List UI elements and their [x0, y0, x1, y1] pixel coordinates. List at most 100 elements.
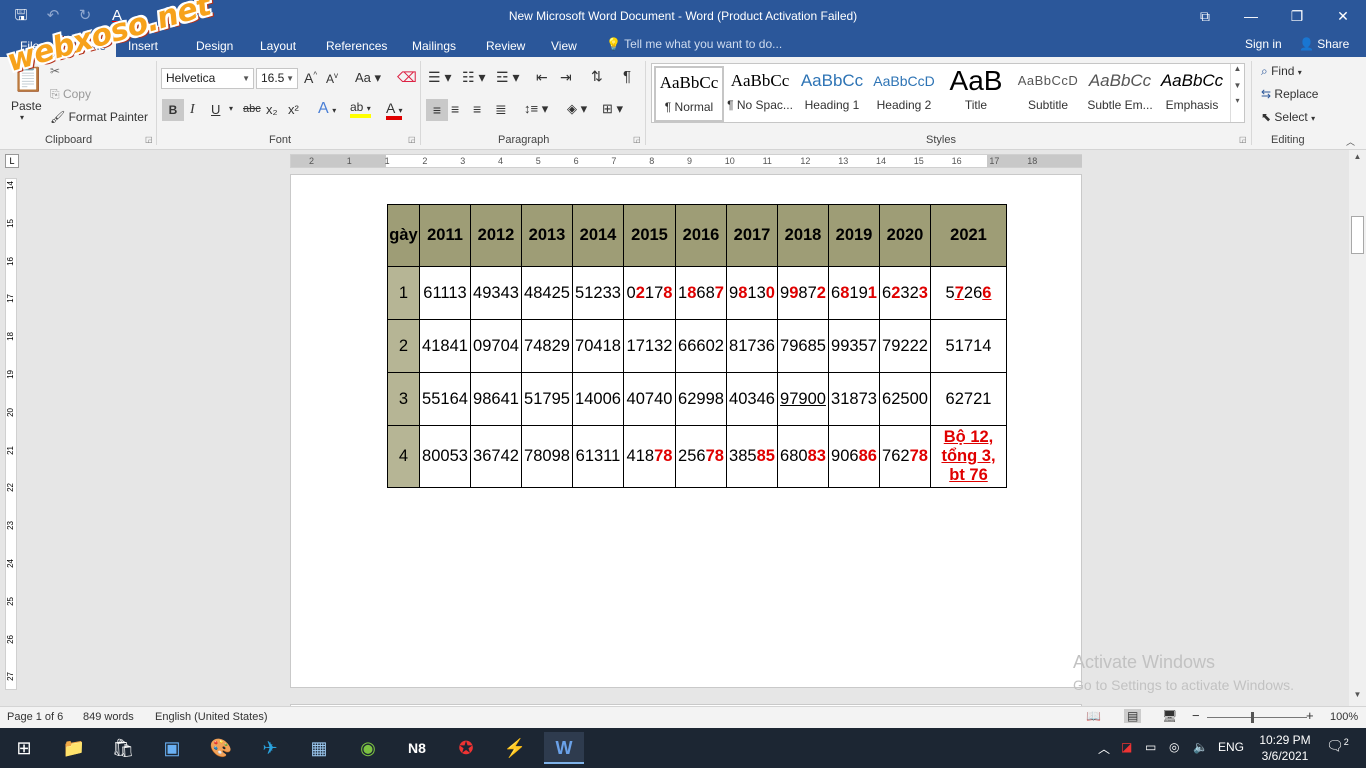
style-heading-1[interactable]: AaBbCc Heading 1: [797, 66, 867, 122]
battery-icon[interactable]: ▭: [1145, 740, 1156, 754]
select-button[interactable]: ⬉ Select ▾: [1261, 110, 1315, 124]
replace-button[interactable]: ⇆ Replace: [1261, 87, 1318, 101]
minimize-button[interactable]: —: [1228, 0, 1274, 32]
tab-layout[interactable]: Layout: [250, 36, 306, 57]
language-indicator[interactable]: English (United States): [155, 711, 268, 723]
taskbar-clock[interactable]: 10:29 PM 3/6/2021: [1254, 732, 1316, 764]
style-heading-2[interactable]: AaBbCcD Heading 2: [869, 66, 939, 122]
zoom-slider-thumb[interactable]: [1251, 712, 1254, 723]
font-launcher-icon[interactable]: ◲: [408, 135, 416, 144]
tab-selector[interactable]: L: [5, 154, 19, 168]
antivirus-tray-icon[interactable]: ◪: [1121, 740, 1132, 754]
multilevel-list-icon[interactable]: ☲ ▾: [496, 69, 519, 86]
grow-font-button[interactable]: A^: [304, 70, 317, 86]
paste-chevron-icon[interactable]: ▾: [20, 113, 24, 122]
numbering-icon[interactable]: ☷ ▾: [462, 69, 485, 86]
control-panel-icon[interactable]: ▣: [152, 732, 192, 764]
style-title[interactable]: AaB Title: [941, 66, 1011, 122]
shading-icon[interactable]: ◈ ▾: [567, 101, 587, 117]
tab-review[interactable]: Review: [476, 36, 535, 57]
tab-references[interactable]: References: [316, 36, 397, 57]
shrink-font-button[interactable]: Av: [326, 71, 338, 86]
n8-icon[interactable]: N8: [397, 732, 437, 764]
word-count[interactable]: 849 words: [83, 711, 134, 723]
tab-mailings[interactable]: Mailings: [402, 36, 466, 57]
zoom-level[interactable]: 100%: [1330, 711, 1358, 723]
borders-icon[interactable]: ⊞ ▾: [602, 101, 623, 117]
bullets-icon[interactable]: ☰ ▾: [428, 69, 451, 86]
scroll-up-icon[interactable]: ▲: [1349, 152, 1366, 161]
exness-icon[interactable]: ⚡: [495, 732, 535, 764]
coccoc-browser-icon[interactable]: ◉: [348, 732, 388, 764]
store-icon[interactable]: 🛍: [103, 732, 143, 764]
styles-launcher-icon[interactable]: ◲: [1239, 135, 1247, 144]
tab-design[interactable]: Design: [186, 36, 243, 57]
strikethrough-button[interactable]: abc: [243, 103, 261, 115]
align-right-icon[interactable]: ≡: [473, 101, 481, 117]
chevron-up-icon[interactable]: ▲: [1231, 64, 1244, 73]
underline-button[interactable]: U: [211, 102, 220, 117]
tray-chevron-icon[interactable]: ︿: [1098, 740, 1110, 757]
font-family-select[interactable]: Helvetica ▼: [161, 68, 254, 89]
style-subtle-emphasis[interactable]: AaBbCc Subtle Em...: [1085, 66, 1155, 122]
zoom-in-button[interactable]: +: [1306, 708, 1314, 723]
vertical-scrollbar[interactable]: ▲ ▼: [1349, 150, 1366, 706]
web-layout-icon[interactable]: 🖥: [1162, 709, 1177, 723]
tell-me-box[interactable]: 💡 Tell me what you want to do...: [606, 37, 782, 51]
expand-icon[interactable]: ▾: [1231, 96, 1244, 105]
bold-button[interactable]: B: [162, 99, 184, 121]
paragraph-launcher-icon[interactable]: ◲: [633, 135, 641, 144]
page-count[interactable]: Page 1 of 6: [7, 711, 63, 723]
volume-icon[interactable]: 🔈: [1193, 740, 1208, 754]
windows-start-icon[interactable]: ⊞: [4, 732, 44, 764]
paint-icon[interactable]: 🎨: [201, 732, 241, 764]
word-taskbar-icon[interactable]: W: [544, 732, 584, 764]
zoom-slider-track[interactable]: [1207, 717, 1307, 718]
justify-icon[interactable]: ≣: [495, 101, 507, 118]
vertical-ruler[interactable]: 14 15 16 17 18 19 20 21 22 23 24 25 26 27: [5, 178, 17, 690]
scroll-down-icon[interactable]: ▼: [1349, 690, 1366, 699]
lottery-table[interactable]: gày 2011 2012 2013 2014 2015 2016 2017 2018 2019 2…: [387, 204, 1007, 488]
styles-scrollbar[interactable]: ▲ ▼ ▾: [1230, 64, 1244, 122]
language-tray[interactable]: ENG: [1218, 740, 1244, 754]
superscript-button[interactable]: x²: [288, 102, 299, 117]
sign-in-link[interactable]: Sign in: [1245, 37, 1282, 51]
show-marks-button[interactable]: ¶: [623, 68, 631, 85]
line-spacing-icon[interactable]: ↕≡ ▾: [524, 101, 548, 117]
copy-button[interactable]: ⎘ Copy: [50, 87, 91, 102]
decrease-indent-icon[interactable]: ⇤: [536, 69, 548, 86]
style-emphasis[interactable]: AaBbCc Emphasis: [1157, 66, 1227, 122]
paste-button[interactable]: Paste: [11, 99, 42, 113]
style-subtitle[interactable]: AaBbCcD Subtitle: [1013, 66, 1083, 122]
ribbon-display-icon[interactable]: ⧉: [1182, 0, 1228, 32]
underline-chevron-icon[interactable]: ▾: [229, 104, 233, 113]
highlight-button[interactable]: ab ▾: [350, 100, 371, 118]
garena-icon[interactable]: ✪: [446, 732, 486, 764]
chevron-down-icon[interactable]: ▼: [1231, 81, 1244, 90]
notifications-icon[interactable]: 🗨2: [1326, 737, 1349, 755]
tab-view[interactable]: View: [541, 36, 587, 57]
change-case-button[interactable]: Aa ▾: [355, 70, 381, 86]
document-page[interactable]: gày 2011 2012 2013 2014 2015 2016 2017 2018 2019 2…: [290, 174, 1082, 688]
italic-button[interactable]: I: [190, 102, 195, 118]
zoom-out-button[interactable]: −: [1192, 708, 1200, 723]
font-color-button[interactable]: A ▾: [386, 100, 403, 120]
network-icon[interactable]: ◎: [1169, 740, 1179, 754]
style-normal[interactable]: AaBbCc ¶ Normal: [654, 66, 724, 122]
align-left-icon[interactable]: ≡: [426, 99, 448, 121]
clear-format-icon[interactable]: ⌫: [397, 69, 417, 86]
telegram-icon[interactable]: ✈: [250, 732, 290, 764]
text-effects-button[interactable]: A ▾: [318, 100, 336, 118]
maximize-button[interactable]: ❐: [1274, 0, 1320, 32]
share-button[interactable]: 👤 Share: [1299, 37, 1349, 51]
close-button[interactable]: ✕: [1320, 0, 1366, 32]
style-no-spacing[interactable]: AaBbCc ¶ No Spac...: [725, 66, 795, 122]
font-size-select[interactable]: 16.5 ▼: [256, 68, 298, 89]
align-center-icon[interactable]: ≡: [451, 101, 459, 117]
print-layout-icon[interactable]: ▤: [1124, 709, 1142, 723]
file-explorer-icon[interactable]: 📁: [54, 732, 94, 764]
horizontal-ruler[interactable]: 2 1 1 2 3 4 5 6 7 8 9 10 11 12 13 14 15 16 17 18: [290, 154, 1082, 168]
calculator-icon[interactable]: ▦: [299, 732, 339, 764]
scroll-thumb[interactable]: [1351, 216, 1364, 254]
clipboard-launcher-icon[interactable]: ◲: [145, 135, 153, 144]
